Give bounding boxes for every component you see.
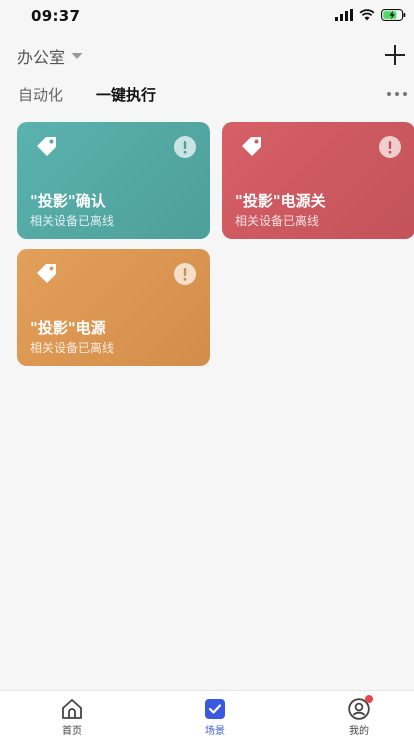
status-time: 09:37 (31, 7, 81, 25)
notification-badge (365, 695, 373, 703)
scene-card[interactable]: "投影"电源 相关设备已离线 (17, 249, 210, 366)
bottom-nav: 首页 场景 我的 (0, 690, 414, 736)
nav-scene-label: 场景 (205, 726, 225, 736)
room-selector[interactable]: 办公室 (17, 44, 83, 68)
scene-title: "投影"电源 (30, 319, 106, 337)
status-bar: 09:37 (0, 0, 414, 34)
header: 办公室 (0, 38, 414, 74)
scene-status: 相关设备已离线 (30, 341, 115, 355)
caret-down-icon (71, 53, 83, 59)
nav-mine[interactable]: 我的 (329, 695, 389, 736)
scene-title: "投影"电源关 (235, 192, 326, 210)
alert-icon (379, 136, 401, 158)
alert-icon (174, 263, 196, 285)
nav-scene[interactable]: 场景 (185, 698, 245, 736)
scene-check-icon (205, 699, 225, 719)
tag-icon (242, 137, 261, 156)
tab-one-click[interactable]: 一键执行 (96, 84, 156, 105)
scene-status: 相关设备已离线 (30, 214, 115, 228)
tab-automation[interactable]: 自动化 (18, 84, 63, 105)
scene-card[interactable]: "投影"电源关 相关设备已离线 (222, 122, 414, 239)
nav-mine-label: 我的 (349, 726, 369, 736)
status-icons (335, 9, 406, 21)
tag-icon (37, 264, 56, 283)
nav-home-label: 首页 (62, 726, 82, 736)
battery-charging-icon (381, 9, 406, 21)
nav-home[interactable]: 首页 (42, 698, 102, 736)
scene-status: 相关设备已离线 (235, 214, 320, 228)
profile-icon-wrap (348, 695, 373, 720)
wifi-icon (359, 9, 375, 21)
add-scene-button[interactable] (382, 42, 408, 68)
more-icon (387, 92, 407, 96)
scene-tabs: 自动化 一键执行 (0, 82, 414, 108)
scene-title: "投影"确认 (30, 192, 106, 210)
signal-icon (335, 9, 353, 21)
more-button[interactable] (386, 84, 408, 104)
room-name: 办公室 (17, 48, 66, 67)
plus-icon (385, 45, 405, 65)
scene-card[interactable]: "投影"确认 相关设备已离线 (17, 122, 210, 239)
tag-icon (37, 137, 56, 156)
alert-icon (174, 136, 196, 158)
home-icon (62, 699, 82, 719)
